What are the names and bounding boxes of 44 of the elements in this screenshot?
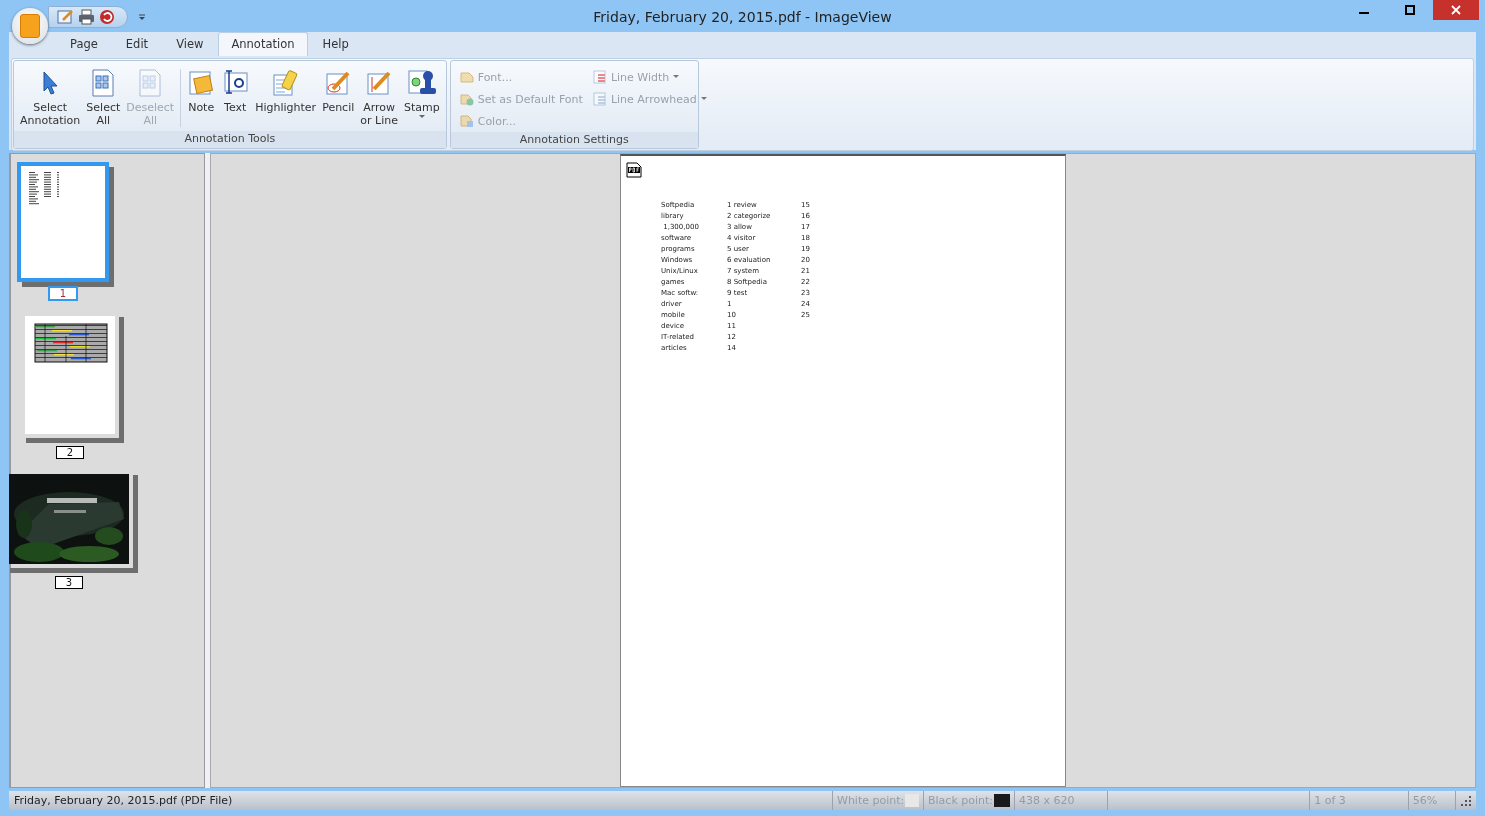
ribbon-button[interactable]: Pencil [319, 63, 358, 131]
grid-icon [137, 68, 164, 98]
status-text: 56% [1412, 794, 1438, 807]
close-button[interactable] [1433, 0, 1479, 20]
ribbon-tab[interactable]: Edit [112, 32, 162, 56]
text-icon [221, 69, 250, 97]
group-title: Annotation Tools [14, 131, 446, 148]
ribbon-tab[interactable]: Annotation [218, 32, 308, 56]
ribbon-button[interactable]: Highlighter [252, 63, 320, 131]
color-icon [459, 114, 474, 128]
group-title: Annotation Settings [450, 132, 698, 148]
grid-icon [90, 68, 117, 98]
resize-grip-icon[interactable] [1460, 794, 1472, 807]
ribbon-button[interactable]: Arrow or Line [357, 63, 401, 131]
app-menu-button[interactable] [12, 8, 48, 44]
arrowhead-icon [592, 92, 607, 106]
default-font-icon [459, 92, 474, 106]
line-width-icon [592, 70, 607, 84]
page-number: 3 [55, 576, 83, 589]
font-icon [459, 70, 474, 84]
status-text: Black point: [928, 794, 994, 807]
ribbon-tab[interactable]: Page [57, 32, 111, 56]
page-number: 1 [48, 286, 78, 301]
ribbon-button[interactable]: Select Annotation [17, 63, 84, 131]
minimize-icon [1359, 12, 1369, 14]
page-number: 2 [56, 446, 84, 459]
pdf-icon [626, 162, 642, 178]
point-swatch [994, 794, 1010, 807]
customize-icon[interactable] [138, 14, 146, 21]
close-icon [1451, 5, 1461, 15]
point-swatch [905, 794, 919, 807]
window-title: Friday, February 20, 2015.pdf - ImageView [593, 9, 892, 25]
maximize-icon [1405, 5, 1415, 15]
ribbon-tab[interactable]: View [163, 32, 217, 56]
print-icon[interactable] [78, 9, 95, 25]
ribbon-button[interactable]: Stamp [400, 63, 443, 131]
undo-icon[interactable] [99, 9, 115, 25]
ribbon-tab[interactable]: Help [309, 32, 362, 56]
ribbon-button[interactable]: Select All [83, 63, 124, 131]
ribbon-button[interactable]: Text [218, 63, 253, 131]
ribbon-button[interactable]: Note [184, 63, 219, 131]
status-text: White point: [837, 794, 905, 807]
note-icon [187, 69, 216, 97]
status-text: Friday, February 20, 2015.pdf (PDF File) [13, 794, 234, 807]
